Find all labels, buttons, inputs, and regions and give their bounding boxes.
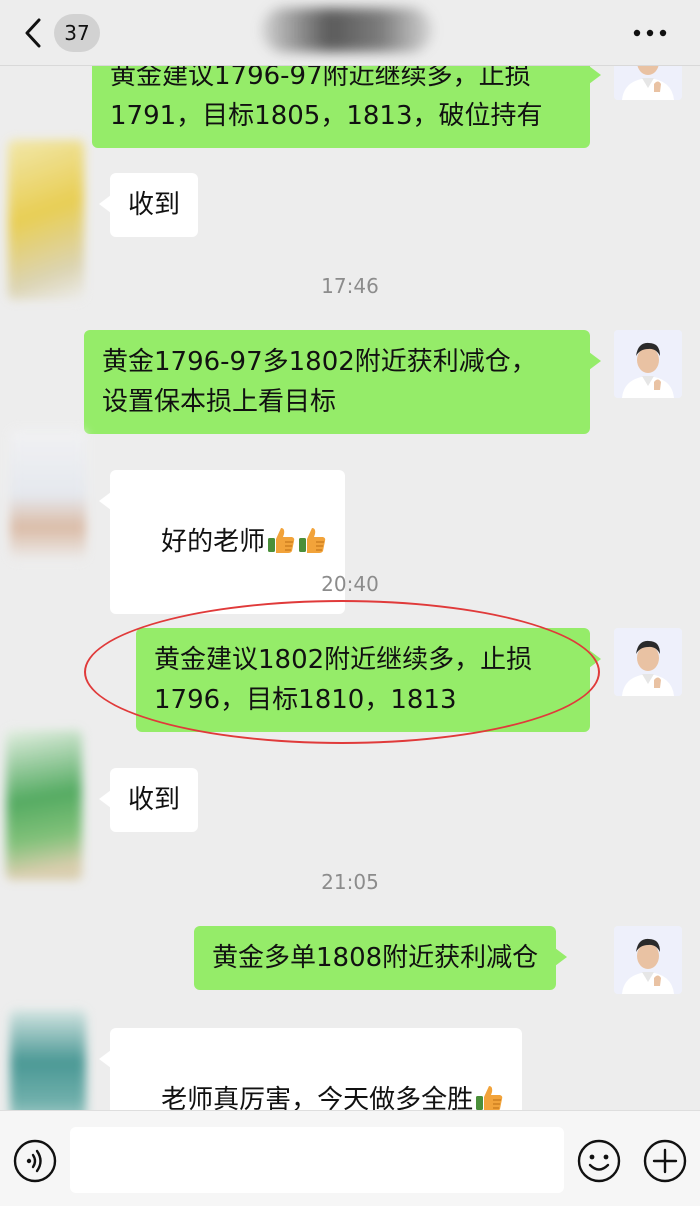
avatar-self[interactable] xyxy=(614,628,682,696)
more-dots-icon xyxy=(633,29,667,37)
message-text: 好的老师 xyxy=(161,527,266,557)
back-button[interactable]: 37 xyxy=(20,14,110,52)
message-text: 老师真厉害，今天做多全胜 xyxy=(161,1085,474,1110)
message-timestamp: 21:05 xyxy=(321,870,379,894)
unread-count-badge: 37 xyxy=(54,14,100,52)
message-text-input[interactable] xyxy=(70,1127,564,1193)
message-input-bar xyxy=(0,1110,700,1206)
avatar-self-photo xyxy=(614,926,682,994)
avatar-self-photo xyxy=(614,330,682,398)
more-options-button[interactable] xyxy=(630,18,670,48)
chat-message-list[interactable]: 黄金建议1796-97附近继续多，止损 1791，目标1805，1813，破位持… xyxy=(0,0,700,1110)
message-bubble-incoming[interactable]: 老师真厉害，今天做多全胜 xyxy=(98,1028,523,1110)
message-bubble-incoming[interactable]: 收到 xyxy=(98,768,199,832)
thumbs-up-icon xyxy=(299,528,326,553)
avatar-contact[interactable] xyxy=(10,430,86,560)
voice-icon xyxy=(13,1139,57,1183)
message-bubble-outgoing[interactable]: 黄金多单1808附近获利减仓 xyxy=(194,926,568,990)
voice-input-button[interactable] xyxy=(12,1138,58,1184)
emoji-icon xyxy=(577,1139,621,1183)
message-bubble-incoming[interactable]: 收到 xyxy=(98,173,199,237)
avatar-self-photo xyxy=(614,628,682,696)
message-timestamp: 17:46 xyxy=(321,274,379,298)
emoji-button[interactable] xyxy=(576,1138,622,1184)
thumbs-up-icon xyxy=(268,528,295,553)
message-bubble-outgoing[interactable]: 黄金1796-97多1802附近获利减仓， 设置保本损上看目标 xyxy=(84,330,601,434)
plus-icon xyxy=(643,1139,687,1183)
contact-name-redacted[interactable] xyxy=(262,8,432,52)
avatar-contact[interactable] xyxy=(10,1010,86,1110)
avatar-self[interactable] xyxy=(614,926,682,994)
avatar-self[interactable] xyxy=(614,330,682,398)
chevron-left-icon xyxy=(20,14,46,52)
message-bubble-outgoing-highlighted[interactable]: 黄金建议1802附近继续多，止损 1796，目标1810，1813 xyxy=(136,628,601,732)
message-timestamp: 20:40 xyxy=(321,572,379,596)
chat-header: 37 xyxy=(0,0,700,66)
more-functions-button[interactable] xyxy=(642,1138,688,1184)
thumbs-up-icon xyxy=(476,1086,503,1110)
avatar-contact[interactable] xyxy=(6,730,82,880)
